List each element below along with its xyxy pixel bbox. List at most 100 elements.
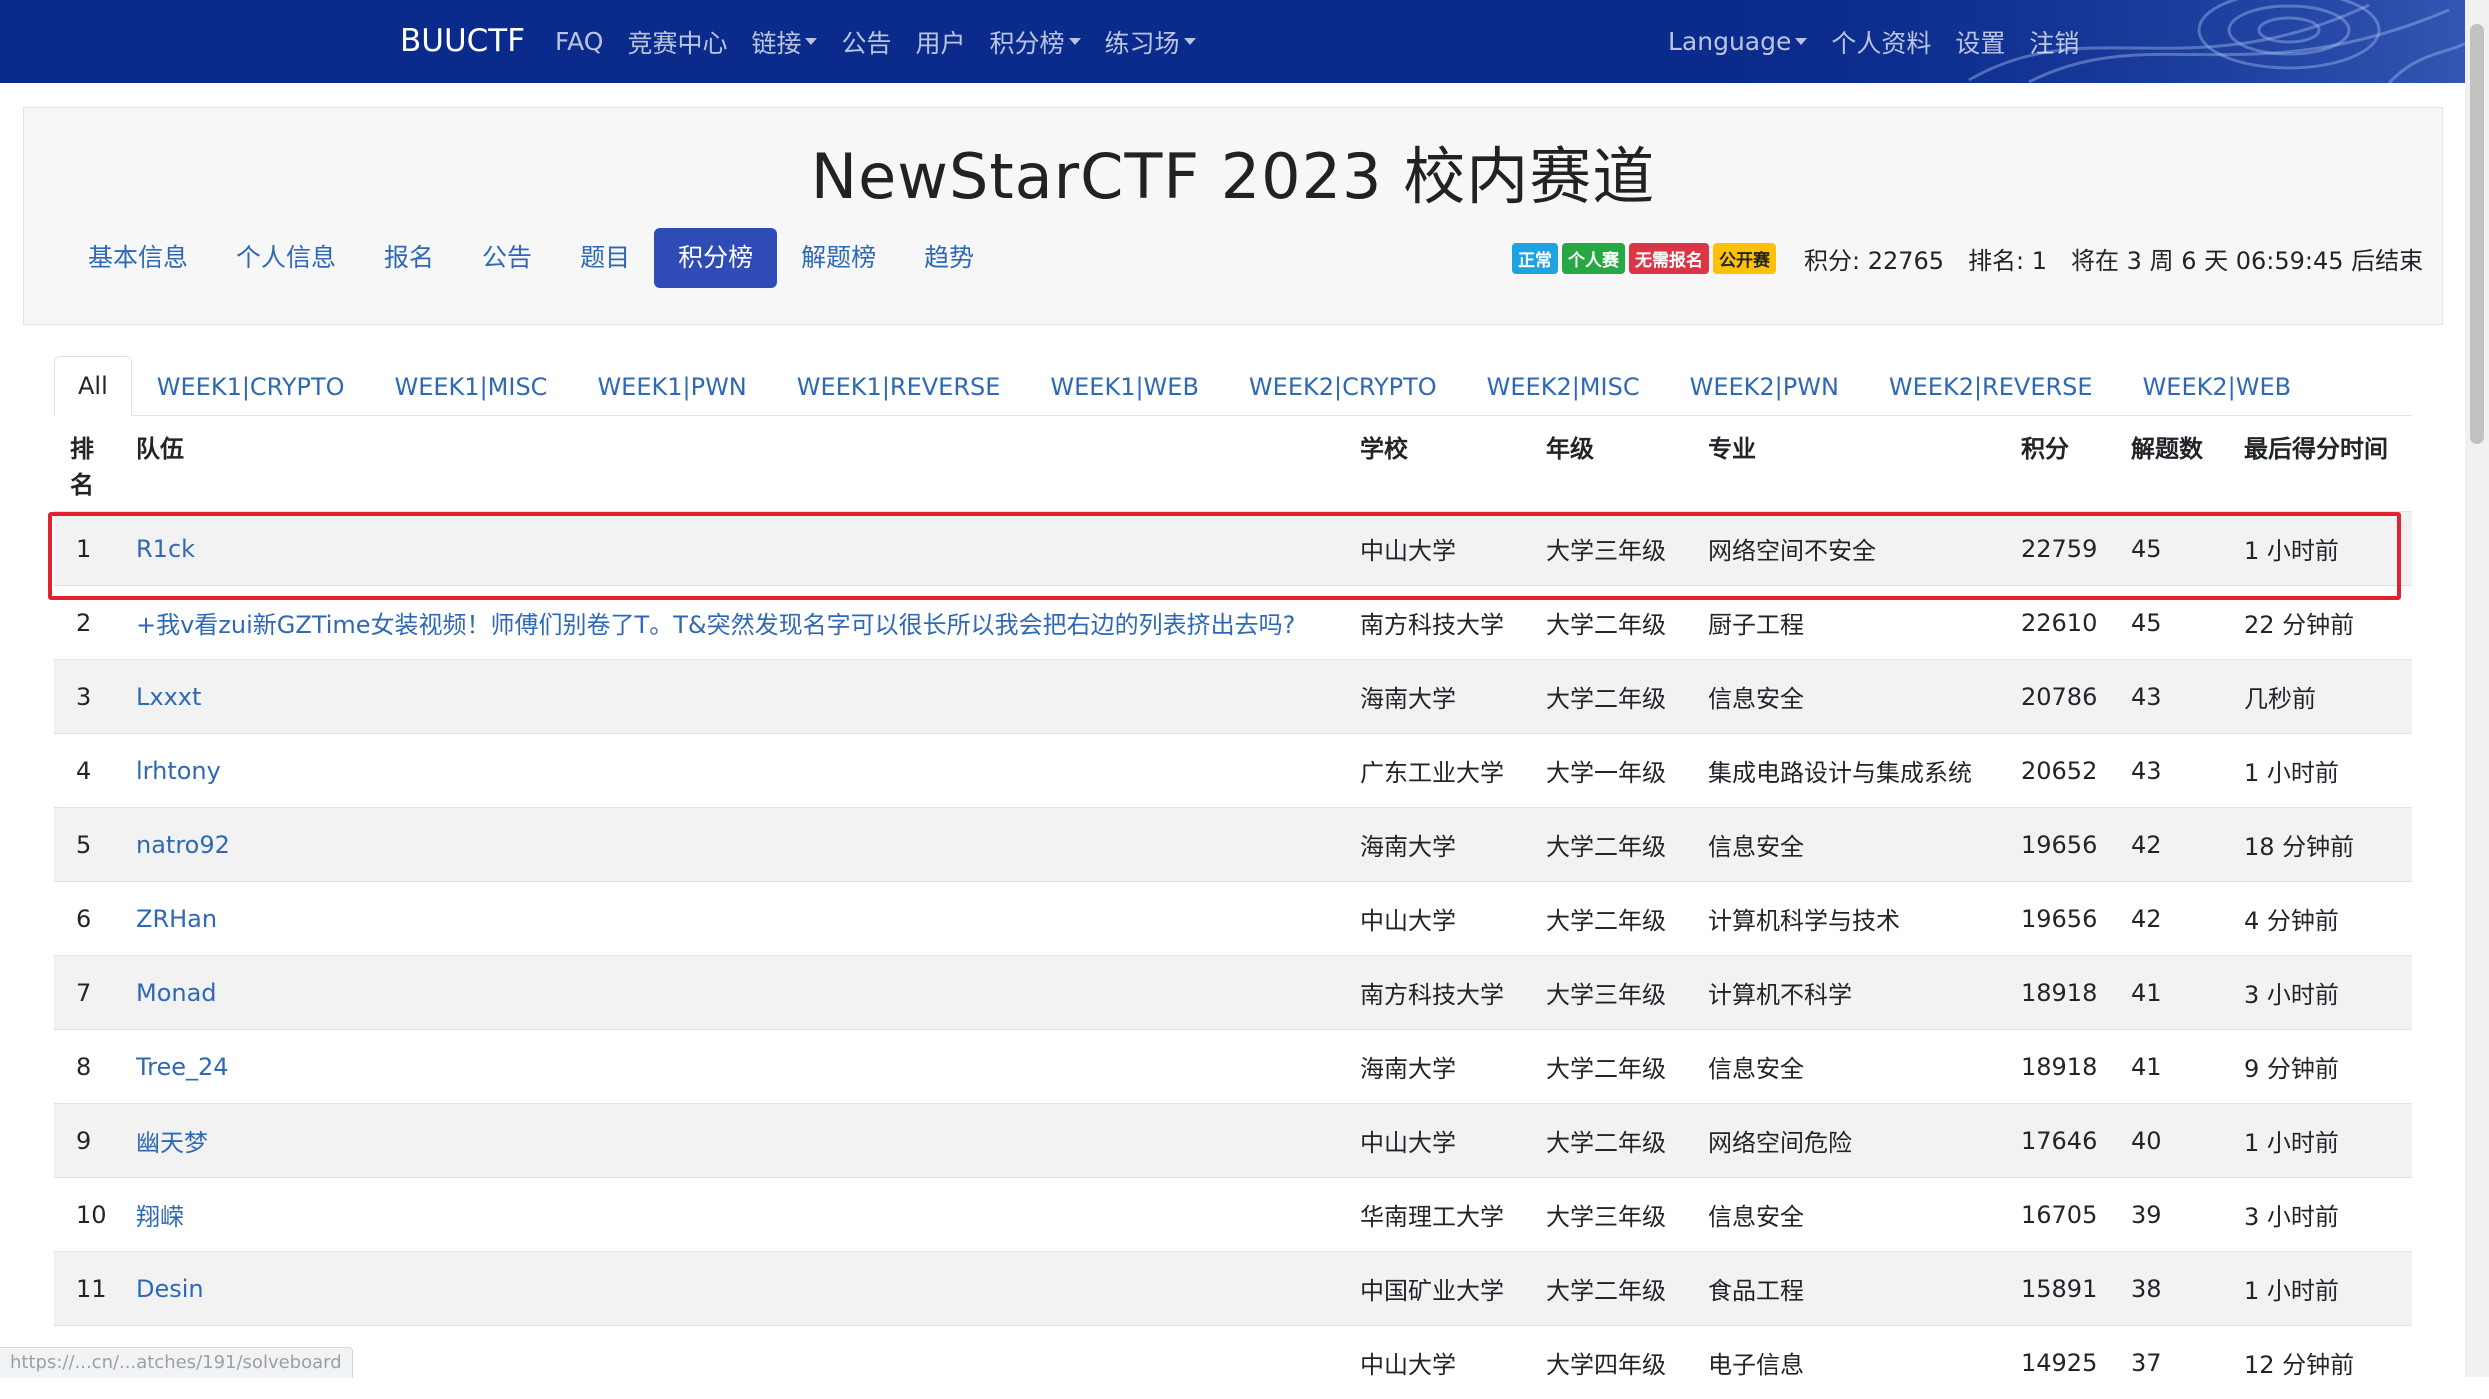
cell-rank: 6: [54, 882, 136, 956]
cell-grade: 大学四年级: [1546, 1326, 1708, 1399]
cell-major: 信息安全: [1708, 1030, 2021, 1104]
cell-major: 厨子工程: [1708, 586, 2021, 660]
nav-user-menu: Language 个人资料 设置 注销: [1668, 0, 2103, 83]
cell-score: 15891: [2021, 1252, 2131, 1326]
team-link[interactable]: lrhtony: [136, 757, 221, 785]
cell-major: 计算机科学与技术: [1708, 882, 2021, 956]
subnav-trend[interactable]: 趋势: [900, 228, 998, 288]
cell-major: 信息安全: [1708, 660, 2021, 734]
my-score: 积分: 22765: [1804, 241, 1944, 276]
team-link[interactable]: 翔嵘: [136, 1203, 184, 1231]
subnav-solveboard[interactable]: 解题榜: [777, 228, 900, 288]
subnav-challenges[interactable]: 题目: [556, 228, 654, 288]
cell-grade: 大学二年级: [1546, 882, 1708, 956]
scoreboard-table: 排名 队伍 学校 年级 专业 积分 解题数 最后得分时间 1 R1ck 中山大学…: [54, 421, 2412, 1399]
cell-major: 食品工程: [1708, 1252, 2021, 1326]
caret-down-icon: [1069, 38, 1081, 45]
cell-school: 中山大学: [1360, 882, 1546, 956]
team-link[interactable]: R1ck: [136, 535, 195, 563]
table-row: 12 zztrans 中山大学 大学四年级 电子信息 14925 37 12 分…: [54, 1326, 2412, 1399]
nav-logout[interactable]: 注销: [2029, 24, 2079, 60]
cell-last-solve: 18 分钟前: [2244, 808, 2412, 882]
tab-week2-reverse[interactable]: WEEK2|REVERSE: [1864, 358, 2118, 416]
status-badge-individual: 个人赛: [1562, 243, 1625, 274]
tab-week1-web[interactable]: WEEK1|WEB: [1025, 358, 1224, 416]
nav-scoreboard-dropdown[interactable]: 积分榜: [990, 24, 1081, 60]
cell-major: 网络空间不安全: [1708, 512, 2021, 586]
nav-language-dropdown[interactable]: Language: [1668, 27, 1807, 56]
cell-school: 中国矿业大学: [1360, 1252, 1546, 1326]
cell-score: 20652: [2021, 734, 2131, 808]
table-header: 排名 队伍 学校 年级 专业 积分 解题数 最后得分时间: [54, 421, 2412, 512]
contest-title: NewStarCTF 2023 校内赛道: [24, 126, 2442, 216]
cell-last-solve: 22 分钟前: [2244, 586, 2412, 660]
countdown: 将在 3 周 6 天 06:59:45 后结束: [2071, 241, 2423, 276]
tab-all[interactable]: All: [54, 356, 132, 416]
nav-menu: FAQ 竞赛中心 链接 公告 用户 积分榜 练习场: [555, 0, 1220, 83]
tab-week1-reverse[interactable]: WEEK1|REVERSE: [772, 358, 1026, 416]
cell-team: lrhtony: [136, 734, 1360, 808]
cell-solves: 41: [2131, 1030, 2244, 1104]
table-row: 2 +我v看zui新GZTime女装视频！师傅们别卷了T。T&突然发现名字可以很…: [54, 586, 2412, 660]
team-link[interactable]: Tree_24: [136, 1053, 229, 1081]
cell-score: 17646: [2021, 1104, 2131, 1178]
tab-week1-misc[interactable]: WEEK1|MISC: [370, 358, 573, 416]
brand-logo[interactable]: BUUCTF: [400, 0, 525, 83]
cell-grade: 大学二年级: [1546, 1104, 1708, 1178]
tab-week1-crypto[interactable]: WEEK1|CRYPTO: [132, 358, 370, 416]
nav-links-label: 链接: [751, 24, 801, 60]
header-major[interactable]: 专业: [1708, 421, 2021, 512]
header-school[interactable]: 学校: [1360, 421, 1546, 512]
subnav-scoreboard[interactable]: 积分榜: [654, 228, 777, 288]
nav-profile-label: 个人资料: [1831, 24, 1931, 60]
nav-notices[interactable]: 公告: [841, 24, 891, 60]
header-team[interactable]: 队伍: [136, 421, 1360, 512]
scrollbar-thumb[interactable]: [2470, 24, 2484, 444]
team-link[interactable]: Lxxxt: [136, 683, 201, 711]
nav-users[interactable]: 用户: [915, 24, 965, 60]
nav-practice-dropdown[interactable]: 练习场: [1105, 24, 1196, 60]
tab-week2-pwn[interactable]: WEEK2|PWN: [1665, 358, 1864, 416]
team-link[interactable]: natro92: [136, 831, 230, 859]
nav-profile[interactable]: 个人资料: [1831, 24, 1931, 60]
nav-contests[interactable]: 竞赛中心: [627, 24, 727, 60]
cell-last-solve: 9 分钟前: [2244, 1030, 2412, 1104]
tab-week1-pwn[interactable]: WEEK1|PWN: [572, 358, 771, 416]
cell-solves: 42: [2131, 808, 2244, 882]
cell-school: 广东工业大学: [1360, 734, 1546, 808]
cell-rank: 11: [54, 1252, 136, 1326]
header-score[interactable]: 积分: [2021, 421, 2131, 512]
team-link[interactable]: 幽天梦: [136, 1129, 208, 1157]
cell-school: 中山大学: [1360, 512, 1546, 586]
header-solves[interactable]: 解题数: [2131, 421, 2244, 512]
team-link[interactable]: Desin: [136, 1275, 204, 1303]
nav-practice-label: 练习场: [1105, 24, 1180, 60]
subnav-notices[interactable]: 公告: [458, 228, 556, 288]
header-rank[interactable]: 排名: [54, 421, 136, 512]
subnav-basic-info[interactable]: 基本信息: [64, 228, 212, 288]
tab-week2-misc[interactable]: WEEK2|MISC: [1462, 358, 1665, 416]
nav-links-dropdown[interactable]: 链接: [751, 24, 817, 60]
cell-rank: 5: [54, 808, 136, 882]
team-link[interactable]: +我v看zui新GZTime女装视频！师傅们别卷了T。T&突然发现名字可以很长所…: [136, 611, 1295, 639]
cell-grade: 大学三年级: [1546, 1178, 1708, 1252]
team-link[interactable]: ZRHan: [136, 905, 217, 933]
header-grade[interactable]: 年级: [1546, 421, 1708, 512]
caret-down-icon: [805, 38, 817, 45]
contest-subnav: 基本信息 个人信息 报名 公告 题目 积分榜 解题榜 趋势: [64, 228, 998, 288]
cell-rank: 9: [54, 1104, 136, 1178]
cell-major: 信息安全: [1708, 1178, 2021, 1252]
contest-header: NewStarCTF 2023 校内赛道 基本信息 个人信息 报名 公告 题目 …: [23, 107, 2443, 325]
tab-week2-crypto[interactable]: WEEK2|CRYPTO: [1224, 358, 1462, 416]
team-link[interactable]: Monad: [136, 979, 217, 1007]
subnav-personal-info[interactable]: 个人信息: [212, 228, 360, 288]
header-last-solve[interactable]: 最后得分时间: [2244, 421, 2412, 512]
nav-faq[interactable]: FAQ: [555, 27, 603, 56]
nav-settings[interactable]: 设置: [1955, 24, 2005, 60]
cell-score: 18918: [2021, 956, 2131, 1030]
cell-last-solve: 4 分钟前: [2244, 882, 2412, 956]
subnav-register[interactable]: 报名: [360, 228, 458, 288]
cell-team: 幽天梦: [136, 1104, 1360, 1178]
tab-week2-web[interactable]: WEEK2|WEB: [2118, 358, 2317, 416]
scrollbar[interactable]: [2465, 0, 2489, 1377]
